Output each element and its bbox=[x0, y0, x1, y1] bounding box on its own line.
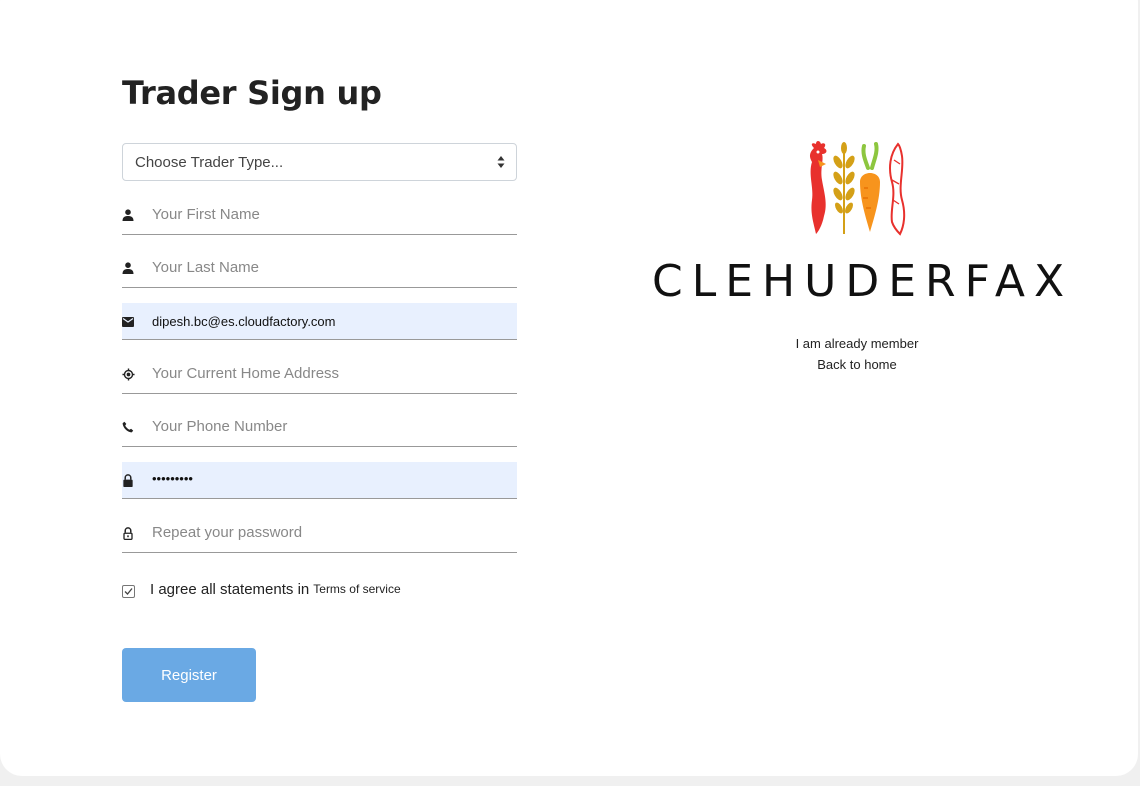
checkmark-icon bbox=[124, 587, 133, 595]
terms-of-service-link[interactable]: Terms of service bbox=[313, 582, 400, 596]
already-member-link[interactable]: I am already member bbox=[757, 333, 957, 354]
brand-name: CLEHUDERFAX bbox=[652, 256, 1074, 307]
password-value: ••••••••• bbox=[152, 471, 193, 486]
repeat-password-field[interactable]: Repeat your password bbox=[122, 515, 517, 553]
email-field[interactable]: dipesh.bc@es.cloudfactory.com bbox=[122, 303, 517, 340]
address-placeholder: Your Current Home Address bbox=[152, 365, 340, 382]
last-name-field[interactable]: Your Last Name bbox=[122, 250, 517, 288]
page-title: Trader Sign up bbox=[122, 74, 382, 112]
back-to-home-link[interactable]: Back to home bbox=[757, 354, 957, 375]
location-icon bbox=[122, 368, 135, 381]
password-field[interactable]: ••••••••• bbox=[122, 462, 517, 499]
trader-type-select[interactable]: Choose Trader Type... bbox=[122, 143, 517, 181]
phone-placeholder: Your Phone Number bbox=[152, 418, 288, 435]
phone-icon bbox=[122, 421, 134, 433]
person-icon bbox=[122, 262, 134, 274]
first-name-placeholder: Your First Name bbox=[152, 206, 260, 223]
address-field[interactable]: Your Current Home Address bbox=[122, 356, 517, 394]
trader-type-selected: Choose Trader Type... bbox=[135, 153, 284, 171]
terms-agreement: I agree all statements in Terms of servi… bbox=[122, 577, 401, 601]
agree-checkbox[interactable] bbox=[122, 584, 135, 598]
select-arrows-icon bbox=[497, 156, 505, 168]
mail-icon bbox=[122, 317, 134, 327]
auth-links: I am already member Back to home bbox=[757, 333, 957, 375]
person-icon bbox=[122, 209, 134, 221]
register-button[interactable]: Register bbox=[122, 648, 256, 702]
repeat-password-placeholder: Repeat your password bbox=[152, 524, 303, 541]
agree-label: I agree all statements in bbox=[150, 580, 310, 598]
email-value: dipesh.bc@es.cloudfactory.com bbox=[152, 314, 336, 329]
lock-icon bbox=[123, 474, 133, 487]
brand-logo-icon bbox=[810, 141, 906, 236]
first-name-field[interactable]: Your First Name bbox=[122, 197, 517, 235]
last-name-placeholder: Your Last Name bbox=[152, 259, 260, 276]
lock-outline-icon bbox=[123, 527, 133, 540]
phone-field[interactable]: Your Phone Number bbox=[122, 409, 517, 447]
